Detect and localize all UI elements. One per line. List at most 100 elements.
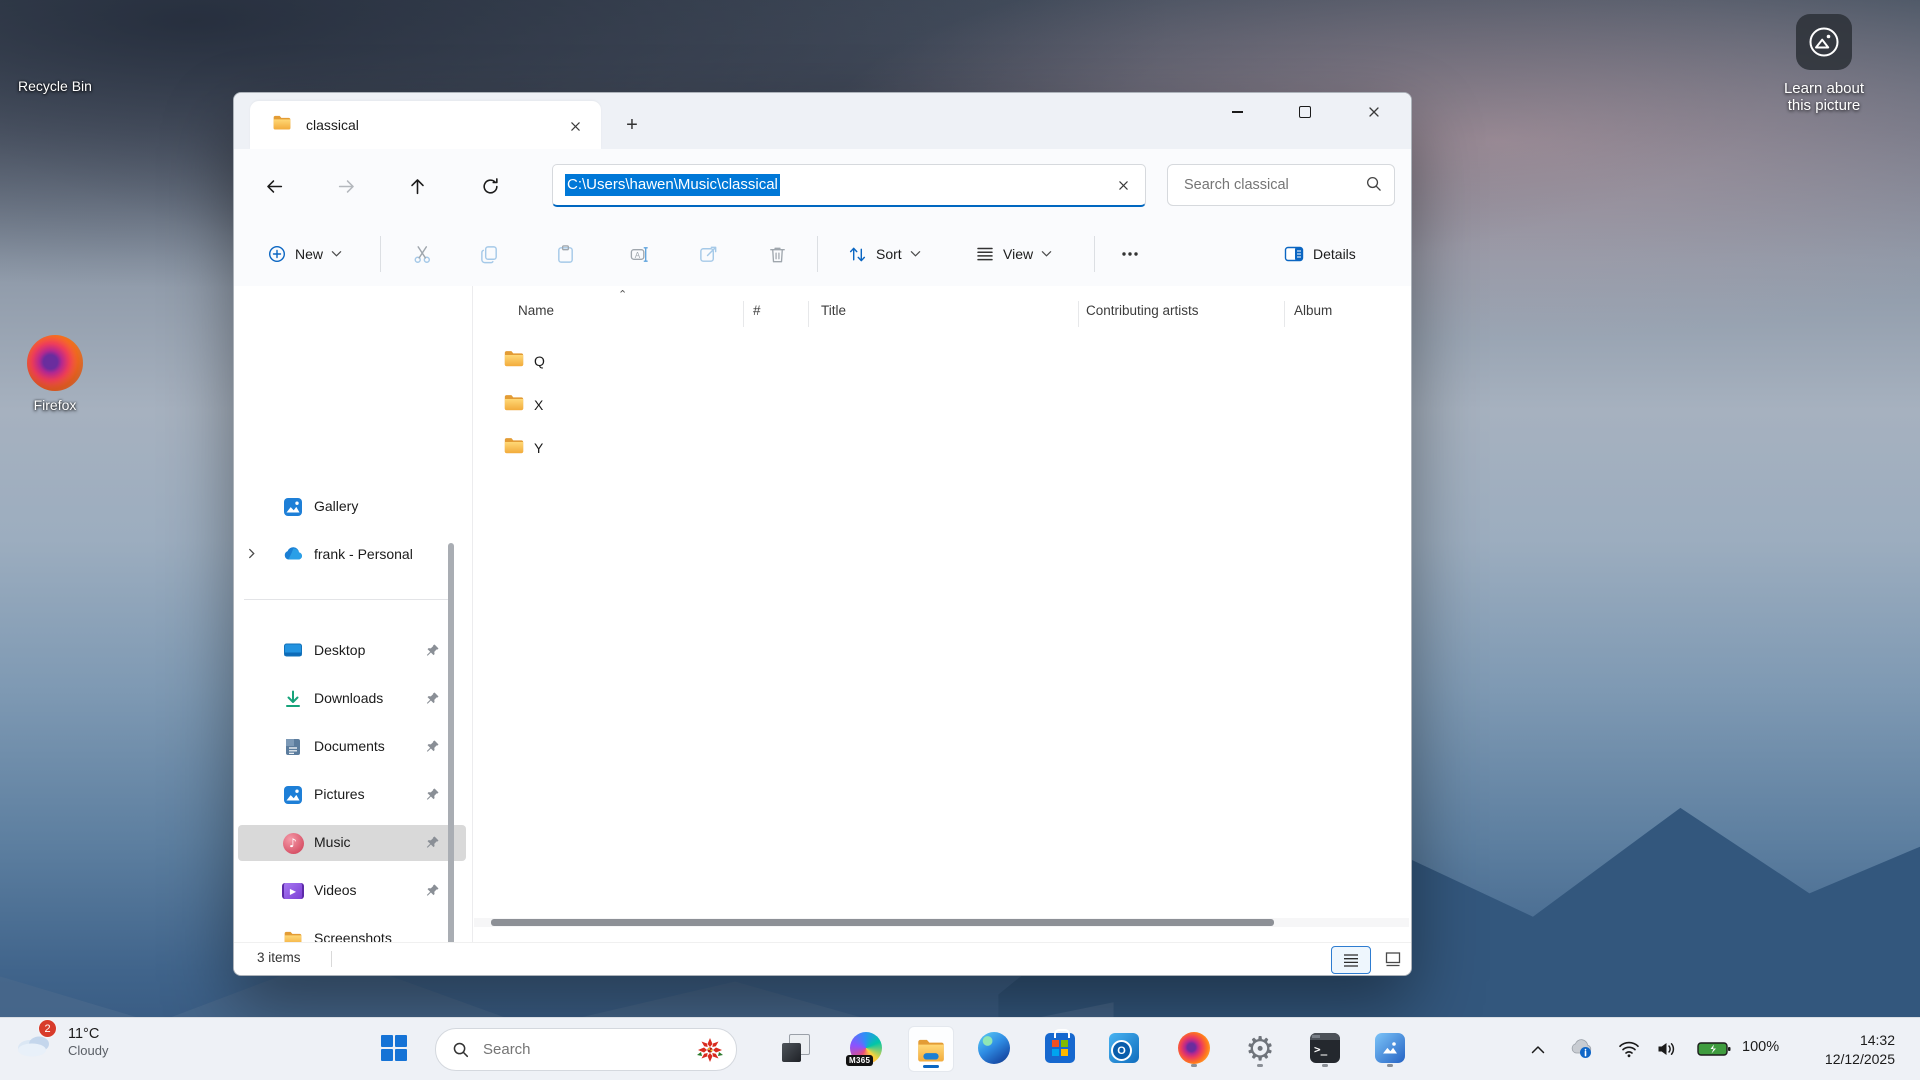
firefox-icon: [1178, 1032, 1210, 1064]
m365-copilot-button[interactable]: M365: [844, 1026, 888, 1070]
more-options-button[interactable]: [1106, 233, 1154, 275]
learn-about-picture[interactable]: Learn about this picture: [1764, 14, 1884, 114]
column-header-number[interactable]: #: [753, 303, 761, 339]
recycle-bin-shortcut[interactable]: Recycle Bin: [0, 10, 110, 94]
tab-classical[interactable]: classical: [250, 101, 601, 149]
photos-button[interactable]: [1368, 1026, 1412, 1070]
command-toolbar: New A Sort View: [234, 223, 1411, 287]
tray-chevron-up-icon[interactable]: [1523, 1034, 1553, 1064]
view-button[interactable]: View: [966, 233, 1062, 275]
search-input[interactable]: [1182, 176, 1346, 194]
rename-button[interactable]: A: [615, 233, 663, 275]
edge-button[interactable]: [972, 1026, 1016, 1070]
search-icon: [452, 1041, 469, 1058]
microsoft-store-icon: [1045, 1033, 1075, 1063]
volume-icon[interactable]: [1652, 1034, 1682, 1064]
taskbar-search-input[interactable]: [481, 1040, 675, 1059]
file-row-q[interactable]: Q: [484, 343, 1384, 379]
outlook-icon: O: [1109, 1033, 1139, 1063]
up-button[interactable]: [397, 166, 437, 206]
refresh-button[interactable]: [470, 166, 510, 206]
pane-divider: [472, 286, 473, 943]
tab-close-button[interactable]: [563, 114, 587, 138]
column-header-title[interactable]: Title: [821, 303, 846, 339]
details-button[interactable]: Details: [1274, 233, 1366, 275]
paste-button[interactable]: [541, 233, 589, 275]
chevron-down-icon: [1041, 250, 1052, 258]
poinsettia-flower-icon: [696, 1036, 724, 1064]
taskbar-search[interactable]: [435, 1028, 737, 1071]
sort-button[interactable]: Sort: [838, 233, 931, 275]
column-header-name[interactable]: Name: [518, 303, 554, 339]
clock[interactable]: 14:32 12/12/2025: [1790, 1031, 1895, 1069]
sidebar-item-gallery[interactable]: Gallery: [238, 489, 466, 525]
forward-button[interactable]: [326, 166, 366, 206]
sidebar-item-label: Music: [314, 834, 351, 850]
firefox-button[interactable]: [1172, 1026, 1216, 1070]
cut-button[interactable]: [398, 233, 446, 275]
pin-icon: [425, 691, 440, 711]
file-name: Q: [534, 353, 545, 369]
file-row-y[interactable]: Y: [484, 430, 1384, 466]
sidebar-item-desktop[interactable]: Desktop: [238, 633, 466, 669]
onedrive-tray-icon[interactable]: [1567, 1034, 1597, 1064]
sidebar-item-downloads[interactable]: Downloads: [238, 681, 466, 717]
pictures-icon: [282, 784, 304, 806]
address-text-selected: C:\Users\hawen\Music\classical: [565, 174, 780, 196]
chevron-down-icon: [331, 250, 342, 258]
sidebar-item-onedrive[interactable]: frank - Personal: [238, 537, 466, 573]
tab-strip: classical +: [234, 93, 1411, 149]
folder-icon: [503, 392, 525, 419]
maximize-button[interactable]: [1282, 93, 1328, 131]
thumbnail-view-toggle[interactable]: [1374, 946, 1412, 972]
file-explorer-window: classical + C:\Users\hawen\Music\classic…: [233, 92, 1412, 976]
address-clear-icon[interactable]: [1111, 173, 1135, 197]
minimize-button[interactable]: [1214, 93, 1260, 131]
new-tab-button[interactable]: +: [616, 109, 648, 141]
details-view-toggle[interactable]: [1331, 946, 1371, 974]
m365-copilot-icon: M365: [850, 1032, 882, 1064]
firefox-shortcut[interactable]: Firefox: [0, 335, 110, 413]
time: 14:32: [1790, 1031, 1895, 1050]
column-header-contributing-artists[interactable]: Contributing artists: [1086, 303, 1199, 339]
music-icon: ♪: [282, 832, 304, 854]
weather-cloud-icon: 2: [14, 1025, 58, 1059]
chevron-right-icon[interactable]: [247, 547, 256, 565]
wifi-icon[interactable]: [1614, 1034, 1644, 1064]
microsoft-store-button[interactable]: [1038, 1026, 1082, 1070]
task-view-button[interactable]: [774, 1026, 818, 1070]
horizontal-scrollbar-thumb[interactable]: [491, 919, 1274, 926]
file-row-x[interactable]: X: [484, 387, 1384, 423]
search-box[interactable]: [1167, 164, 1395, 206]
battery-percent: 100%: [1742, 1039, 1779, 1055]
learn-about-label-line2: this picture: [1764, 97, 1884, 114]
terminal-button[interactable]: >_: [1303, 1026, 1347, 1070]
share-button[interactable]: [684, 233, 732, 275]
battery-icon[interactable]: [1693, 1034, 1735, 1064]
folder-icon: [272, 113, 292, 138]
weather-widget[interactable]: 2 11°C Cloudy: [14, 1025, 108, 1059]
sidebar-item-label: Desktop: [314, 642, 365, 658]
sidebar-item-music[interactable]: ♪ Music: [238, 825, 466, 861]
address-bar[interactable]: C:\Users\hawen\Music\classical: [552, 164, 1146, 207]
sidebar-item-pictures[interactable]: Pictures: [238, 777, 466, 813]
start-button[interactable]: [372, 1026, 416, 1070]
pin-icon: [425, 835, 440, 855]
sidebar-item-videos[interactable]: ▶ Videos: [238, 873, 466, 909]
copy-button[interactable]: [465, 233, 513, 275]
outlook-button[interactable]: O: [1102, 1026, 1146, 1070]
windows-logo-icon: [381, 1035, 407, 1061]
sidebar-scrollbar[interactable]: [448, 543, 454, 943]
folder-icon: [503, 435, 525, 462]
back-button[interactable]: [254, 166, 294, 206]
delete-button[interactable]: [753, 233, 801, 275]
new-button[interactable]: New: [256, 233, 354, 275]
close-button[interactable]: [1351, 93, 1397, 131]
recycle-bin-label: Recycle Bin: [18, 78, 92, 94]
sidebar-item-documents[interactable]: Documents: [238, 729, 466, 765]
settings-button[interactable]: ⚙: [1238, 1026, 1282, 1070]
sidebar-item-screenshots[interactable]: Screenshots: [238, 921, 466, 943]
downloads-icon: [282, 688, 304, 710]
column-header-album[interactable]: Album: [1294, 303, 1332, 339]
file-explorer-button[interactable]: [908, 1026, 954, 1072]
